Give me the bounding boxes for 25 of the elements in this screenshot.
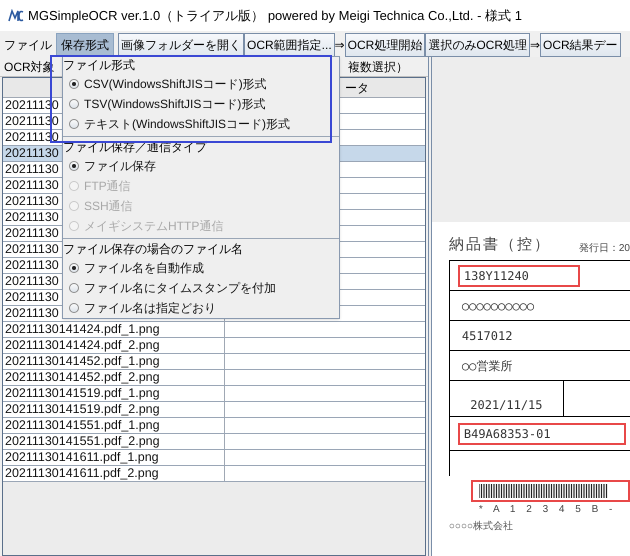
- company-name: ○○○○株式会社: [448, 520, 514, 534]
- table-cell: 20211130141611.pdf_2.png: [3, 466, 225, 481]
- table-cell: 20211130141452.pdf_1.png: [3, 354, 225, 369]
- document-date: 発行日：20: [578, 242, 630, 256]
- document-title: 納品書（控）: [448, 234, 551, 254]
- table-cell: 20211130141519.pdf_2.png: [3, 402, 225, 417]
- document-field-value: ○○営業所: [460, 358, 514, 374]
- document-field-value: 4517012: [460, 328, 514, 344]
- document-field-value: ○○○○○○○○○○: [460, 298, 536, 314]
- menu-section-heading: ファイル形式: [63, 57, 136, 74]
- table-cell: 20211130141551.pdf_1.png: [3, 418, 225, 433]
- table-cell: 20211130141551.pdf_2.png: [3, 434, 225, 449]
- arrow-text: ⇒: [530, 37, 540, 54]
- table-cell: 20211130141519.pdf_1.png: [3, 386, 225, 401]
- document-field-value: B49A68353-01: [458, 422, 626, 444]
- table-cell: 20211130141611.pdf_1.png: [3, 450, 225, 465]
- document-field-value: 2021/11/15: [470, 397, 542, 414]
- barcode-caption: * A 1 2 3 4 5 B -: [478, 503, 618, 517]
- table-cell: 20211130141424.pdf_1.png: [3, 322, 225, 337]
- document-field-value: 138Y11240: [458, 264, 580, 286]
- list-title: 複数選択）: [348, 58, 408, 76]
- table-cell: 20211130141424.pdf_2.png: [3, 338, 225, 353]
- table-cell: 20211130141452.pdf_2.png: [3, 370, 225, 385]
- arrow-text: ⇒: [334, 37, 345, 54]
- window-title: MGSimpleOCR ver.1.0（トライアル版） powered by Meigi Technica Co.,Ltd. - 様式 1: [28, 6, 522, 25]
